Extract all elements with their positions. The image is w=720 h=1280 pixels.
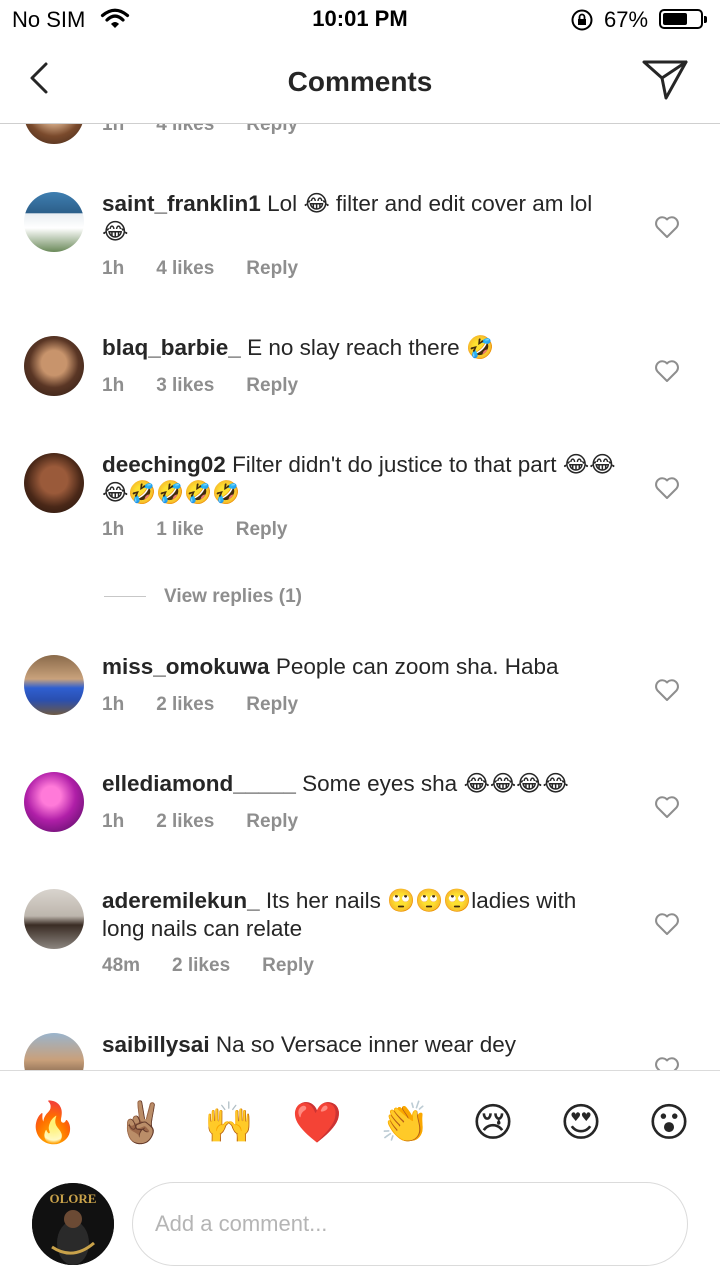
comment-username[interactable]: ellediamond_____ [102, 771, 296, 796]
comment-list[interactable]: 1h 4 likes Reply saint_franklin1 Lol 😂 fil… [0, 124, 720, 1070]
heart-icon[interactable] [654, 476, 680, 500]
comment-meta: 48m 2 likes Reply [102, 955, 346, 977]
avatar[interactable] [24, 336, 84, 396]
reply-button[interactable]: Reply [246, 694, 298, 715]
heart-icon[interactable] [654, 359, 680, 383]
comment-text: miss_omokuwa People can zoom sha. Haba [102, 653, 622, 681]
likes-link[interactable]: 2 likes [156, 694, 214, 715]
comment-text: blaq_barbie_ E no slay reach there 🤣 [102, 334, 622, 362]
comment-meta: 1h 4 likes Reply [102, 258, 330, 280]
heart-eyes-emoji-button[interactable]: 😍 [556, 1101, 606, 1145]
crying-emoji-button[interactable]: 😢 [468, 1101, 518, 1145]
divider [104, 596, 146, 598]
comment-text: aderemilekun_ Its her nails 🙄🙄🙄ladies wi… [102, 887, 622, 943]
surprised-emoji-button[interactable]: 😮 [644, 1101, 694, 1145]
comment-time: 1h [102, 258, 125, 279]
reply-button[interactable]: Reply [246, 375, 298, 396]
comment-time: 1h [102, 375, 125, 396]
comment-meta: 1h 3 likes Reply [102, 375, 330, 397]
heart-icon[interactable] [654, 215, 680, 239]
battery-icon [659, 9, 707, 29]
reply-button[interactable]: Reply [236, 519, 288, 540]
comment-input[interactable] [155, 1205, 655, 1243]
reply-button[interactable]: Reply [246, 811, 298, 832]
battery-percent: 67% [604, 7, 649, 32]
status-bar: No SIM 10:01 PM 67% [0, 0, 720, 40]
comment-meta: 1h 1 like Reply [102, 519, 319, 541]
comment-text: saibillysai Na so Versace inner wear dey [102, 1031, 622, 1059]
heart-icon[interactable] [654, 912, 680, 936]
comment-body: E no slay reach there 🤣 [247, 335, 494, 360]
comment-username[interactable]: saibillysai [102, 1032, 210, 1057]
comment-time: 1h [102, 811, 125, 832]
comment-body: Na so Versace inner wear dey [215, 1032, 517, 1057]
comment-text: ellediamond_____ Some eyes sha 😂😂😂😂 [102, 770, 622, 798]
likes-link[interactable]: 1 like [156, 519, 204, 540]
avatar[interactable] [24, 1033, 84, 1070]
reply-button[interactable]: Reply [246, 258, 298, 279]
comment-body: People can zoom sha. Haba [275, 654, 559, 679]
clap-emoji-button[interactable]: 👏 [380, 1101, 430, 1145]
likes-link[interactable]: 2 likes [172, 955, 230, 976]
send-icon[interactable] [640, 56, 690, 102]
avatar[interactable] [24, 453, 84, 513]
avatar[interactable] [24, 655, 84, 715]
comment-username[interactable]: miss_omokuwa [102, 654, 270, 679]
comment-meta: 1h 2 likes Reply [102, 811, 330, 833]
comment-time: 1h [102, 519, 125, 540]
avatar[interactable] [24, 124, 84, 144]
heart-icon[interactable] [654, 1056, 680, 1070]
avatar[interactable] [24, 889, 84, 949]
fire-emoji-button[interactable]: 🔥 [28, 1101, 78, 1145]
comment-username[interactable]: saint_franklin1 [102, 191, 261, 216]
comment-text: saint_franklin1 Lol 😂 filter and edit co… [102, 190, 622, 246]
comment-composer: OLORE [0, 1170, 720, 1280]
heart-emoji-button[interactable]: ❤️ [292, 1101, 342, 1145]
avatar[interactable]: OLORE [32, 1183, 114, 1265]
likes-link[interactable]: 3 likes [156, 375, 214, 396]
comment-username[interactable]: blaq_barbie_ [102, 335, 241, 360]
raised-hands-emoji-button[interactable]: 🙌 [204, 1101, 254, 1145]
svg-text:OLORE: OLORE [50, 1191, 97, 1206]
heart-icon[interactable] [654, 795, 680, 819]
orientation-lock-icon [571, 9, 593, 31]
nav-bar: Comments [0, 40, 720, 124]
quick-reactions-bar: 🔥 ✌🏽 🙌 ❤️ 👏 😢 😍 😮 [0, 1070, 720, 1170]
comment-input-container[interactable] [132, 1182, 688, 1266]
view-replies-button[interactable]: View replies (1) [104, 586, 302, 608]
heart-icon[interactable] [654, 678, 680, 702]
comment-time: 48m [102, 955, 141, 976]
profile-logo: OLORE [32, 1183, 114, 1265]
comment-meta: 1h 2 likes Reply [102, 694, 330, 716]
reply-button[interactable]: Reply [262, 955, 314, 976]
avatar[interactable] [24, 192, 84, 252]
comment-body: Some eyes sha 😂😂😂😂 [302, 771, 569, 796]
page-title: Comments [287, 66, 433, 97]
likes-link[interactable]: 2 likes [156, 811, 214, 832]
avatar[interactable] [24, 772, 84, 832]
comment-username[interactable]: deeching02 [102, 452, 226, 477]
comment-text: deeching02 Filter didn't do justice to t… [102, 451, 622, 507]
likes-link[interactable]: 4 likes [156, 258, 214, 279]
comment-meta: 1h 4 likes Reply [102, 124, 299, 135]
comment-username[interactable]: aderemilekun_ [102, 888, 260, 913]
victory-emoji-button[interactable]: ✌🏽 [116, 1101, 166, 1145]
comment-time: 1h [102, 694, 125, 715]
